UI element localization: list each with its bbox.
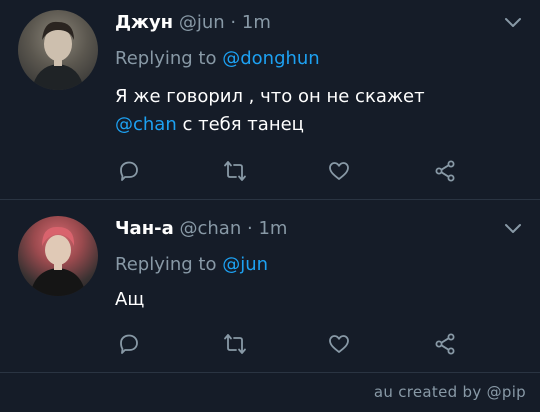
like-icon bbox=[329, 162, 349, 180]
replying-prefix: Replying to bbox=[115, 254, 217, 275]
reply-icon bbox=[120, 161, 138, 181]
replying-mention[interactable]: @jun bbox=[222, 254, 268, 275]
text-mention[interactable]: @chan bbox=[115, 114, 177, 135]
like-button[interactable] bbox=[324, 329, 354, 359]
separator-dot: · bbox=[246, 218, 253, 239]
replying-prefix: Replying to bbox=[115, 48, 217, 69]
action-bar bbox=[0, 156, 540, 186]
tweet-text-rest: с тебя танец bbox=[176, 114, 304, 135]
display-name[interactable]: Чан-а bbox=[115, 218, 174, 239]
share-icon bbox=[435, 333, 455, 355]
chevron-down-icon[interactable] bbox=[504, 17, 522, 29]
like-button[interactable] bbox=[324, 156, 354, 186]
user-handle[interactable]: @chan bbox=[179, 218, 241, 239]
retweet-button[interactable] bbox=[220, 156, 250, 186]
user-handle[interactable]: @jun bbox=[179, 12, 225, 33]
share-button[interactable] bbox=[430, 329, 460, 359]
tweet-text: Я же говорил , что он не скажет @chan с … bbox=[115, 83, 425, 139]
replying-to: Replying to @donghun bbox=[115, 48, 320, 69]
retweet-icon bbox=[224, 334, 246, 354]
tweet-header: Джун @jun · 1m bbox=[115, 12, 271, 33]
tweet-text-line: @chan с тебя танец bbox=[115, 111, 425, 139]
retweet-button[interactable] bbox=[220, 329, 250, 359]
share-button[interactable] bbox=[430, 156, 460, 186]
tweet-header: Чан-а @chan · 1m bbox=[115, 218, 287, 239]
replying-mention[interactable]: @donghun bbox=[222, 48, 320, 69]
tweet[interactable]: Чан-а @chan · 1m Replying to @jun Ащ bbox=[0, 200, 540, 372]
tweet-text-line: Я же говорил , что он не скажет bbox=[115, 86, 425, 107]
timestamp[interactable]: 1m bbox=[242, 12, 271, 33]
reply-button[interactable] bbox=[114, 156, 144, 186]
divider bbox=[0, 372, 540, 373]
tweet[interactable]: Джун @jun · 1m Replying to @donghun Я же… bbox=[0, 0, 540, 199]
action-bar bbox=[0, 329, 540, 359]
credit-text: au created by @pip bbox=[373, 383, 526, 401]
reply-icon bbox=[120, 334, 138, 354]
tweet-text-line: Ащ bbox=[115, 289, 145, 310]
replying-to: Replying to @jun bbox=[115, 254, 268, 275]
display-name[interactable]: Джун bbox=[115, 12, 173, 33]
avatar[interactable] bbox=[18, 10, 98, 90]
tweet-text: Ащ bbox=[115, 286, 144, 314]
like-icon bbox=[329, 335, 349, 353]
chevron-down-icon[interactable] bbox=[504, 223, 522, 235]
separator-dot: · bbox=[230, 12, 237, 33]
avatar[interactable] bbox=[18, 216, 98, 296]
retweet-icon bbox=[224, 161, 246, 181]
reply-button[interactable] bbox=[114, 329, 144, 359]
share-icon bbox=[435, 160, 455, 182]
timestamp[interactable]: 1m bbox=[258, 218, 287, 239]
